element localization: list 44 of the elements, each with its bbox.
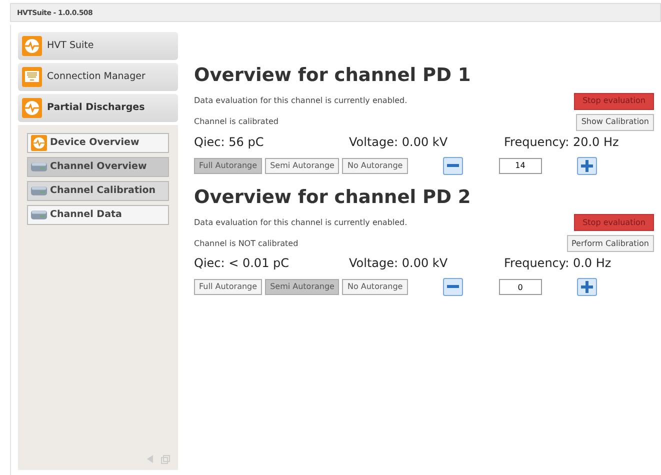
pulse-icon	[22, 98, 42, 118]
sidebar-item[interactable]: Partial Discharges	[18, 94, 178, 122]
pulse-icon	[31, 135, 47, 151]
calibration-status: Channel is calibrated	[194, 116, 278, 128]
calibration-button[interactable]: Show Calibration	[576, 114, 654, 130]
qiec-reading: Qiec: < 0.01 pC	[194, 255, 290, 272]
sidebar-subitem[interactable]: Device Overview	[27, 133, 169, 153]
minus-icon	[446, 164, 459, 168]
frequency-reading: Frequency: 20.0 Hz	[504, 134, 619, 150]
plus-icon	[580, 281, 593, 293]
device-icon	[31, 185, 47, 197]
value-field[interactable]: 14	[498, 158, 542, 174]
voltage-reading: Voltage: 0.00 kV	[349, 255, 449, 272]
channel-title: Overview for channel PD 2	[194, 188, 472, 207]
sidebar-subitem[interactable]: Channel Data	[27, 205, 169, 225]
autorange-button[interactable]: No Autorange	[342, 279, 408, 295]
plus-button[interactable]	[576, 278, 597, 296]
sidebar-item[interactable]: Connection Manager	[18, 63, 178, 91]
minus-button[interactable]	[442, 156, 463, 174]
voltage-reading: Voltage: 0.00 kV	[349, 134, 449, 150]
calibration-button[interactable]: Perform Calibration	[566, 235, 654, 252]
autorange-button[interactable]: Full Autorange	[194, 158, 262, 174]
autorange-button[interactable]: Semi Autorange	[265, 279, 340, 295]
device-icon	[31, 209, 47, 221]
minus-button[interactable]	[442, 278, 463, 296]
sidebar-subitem[interactable]: Channel Overview	[27, 157, 169, 177]
evaluation-status: Data evaluation for this channel is currently enabled.	[194, 95, 408, 107]
channel-title: Overview for channel PD 1	[194, 67, 472, 86]
sidebar-item[interactable]: HVT Suite	[18, 32, 178, 60]
autorange-button[interactable]: Full Autorange	[194, 279, 262, 295]
plus-button[interactable]	[576, 156, 597, 174]
network-icon	[22, 67, 42, 87]
sidebar-subitem[interactable]: Channel Calibration	[27, 181, 169, 201]
pulse-icon	[22, 36, 42, 56]
frequency-reading: Frequency: 0.0 Hz	[504, 255, 612, 272]
autorange-button[interactable]: No Autorange	[342, 158, 408, 174]
evaluation-status: Data evaluation for this channel is currently enabled.	[194, 216, 408, 228]
value-field[interactable]: 0	[498, 279, 542, 295]
plus-icon	[580, 160, 593, 172]
autorange-button[interactable]: Semi Autorange	[265, 158, 340, 174]
qiec-reading: Qiec: 56 pC	[194, 134, 265, 150]
minus-icon	[446, 285, 459, 289]
calibration-status: Channel is NOT calibrated	[194, 238, 298, 250]
device-icon	[31, 161, 47, 173]
